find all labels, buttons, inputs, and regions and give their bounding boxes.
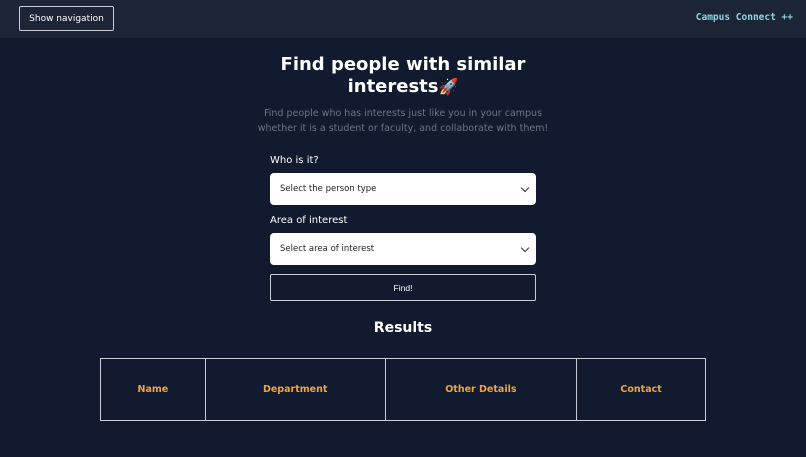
person-type-label: Who is it? — [270, 155, 319, 166]
column-header-contact: Contact — [576, 358, 706, 421]
page-title-line1: Find people with similar — [280, 54, 526, 75]
column-header-name: Name — [100, 358, 206, 421]
subtitle-line1: Find people who has interests just like … — [263, 108, 543, 119]
page-title: Find people with similar interests🚀 — [0, 54, 806, 98]
find-button[interactable]: Find! — [270, 274, 536, 301]
page-title-line2: interests🚀 — [0, 76, 806, 98]
person-type-select[interactable]: Select the person type — [270, 173, 536, 205]
interest-area-select-value: Select area of interest — [280, 244, 375, 254]
subtitle-line2: whether it is a student or faculty, and … — [257, 123, 549, 134]
chevron-down-icon — [520, 183, 530, 193]
interest-area-select[interactable]: Select area of interest — [270, 233, 536, 265]
chevron-down-icon — [520, 243, 530, 253]
page-title-text: interests — [347, 76, 439, 97]
top-bar: Show navigation Campus Connect ++ — [0, 0, 806, 38]
column-header-other-details: Other Details — [384, 358, 578, 421]
show-navigation-button[interactable]: Show navigation — [19, 6, 114, 31]
results-heading: Results — [373, 320, 433, 336]
results-table: Name Department Other Details Contact — [100, 358, 706, 421]
rocket-icon: 🚀 — [438, 77, 459, 96]
interest-area-label: Area of interest — [270, 215, 348, 226]
table-header-row: Name Department Other Details Contact — [100, 358, 706, 421]
person-type-select-value: Select the person type — [280, 184, 377, 194]
column-header-department: Department — [204, 358, 386, 421]
brand-logo[interactable]: Campus Connect ++ — [696, 12, 793, 23]
page-subtitle: Find people who has interests just like … — [0, 106, 806, 136]
